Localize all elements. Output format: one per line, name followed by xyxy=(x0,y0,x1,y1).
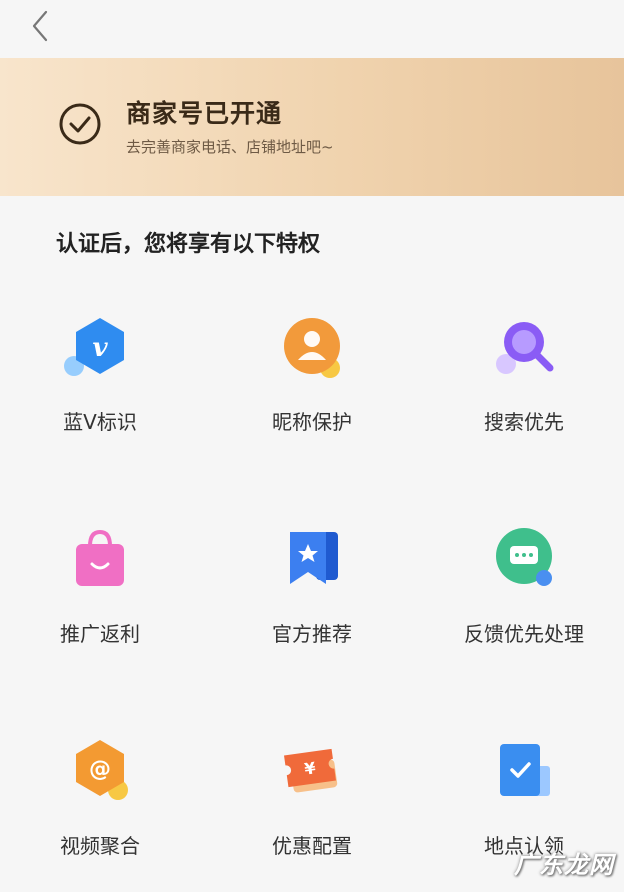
shopping-bag-icon xyxy=(76,529,124,586)
feature-nickname-protect[interactable]: 昵称保护 xyxy=(222,308,402,435)
feature-feedback-priority[interactable]: 反馈优先处理 xyxy=(434,520,614,647)
back-button[interactable] xyxy=(22,6,62,46)
banner-title: 商家号已开通 xyxy=(126,99,283,128)
chat-bubble-icon xyxy=(496,528,552,586)
section-title: 认证后，您将享有以下特权 xyxy=(56,232,321,257)
at-sign-hexagon-icon: @ xyxy=(76,740,128,800)
feature-promotion-rebate[interactable]: 推广返利 xyxy=(10,520,190,647)
feature-discount-config[interactable]: ¥ 优惠配置 xyxy=(222,732,402,859)
user-avatar-icon xyxy=(284,318,340,378)
feature-official-recommend[interactable]: 官方推荐 xyxy=(222,520,402,647)
feature-label: 蓝V标识 xyxy=(63,410,137,434)
feature-blue-v[interactable]: v 蓝V标识 xyxy=(10,308,190,435)
feature-location-claim[interactable]: 地点认领 xyxy=(434,732,614,859)
feature-label: 推广返利 xyxy=(60,622,140,646)
feature-search-priority[interactable]: 搜索优先 xyxy=(434,308,614,435)
feature-label: 反馈优先处理 xyxy=(464,622,584,646)
feature-label: 搜索优先 xyxy=(484,410,564,434)
check-circle-icon xyxy=(59,103,101,145)
search-magnifier-icon xyxy=(496,322,554,374)
coupon-ticket-icon: ¥ xyxy=(284,748,338,793)
watermark: 广东龙网 xyxy=(514,851,614,879)
feature-label: 优惠配置 xyxy=(272,834,352,858)
top-bar xyxy=(0,0,624,58)
merchant-banner[interactable]: 商家号已开通 去完善商家电话、店铺地址吧~ xyxy=(0,58,624,196)
location-check-icon xyxy=(500,744,550,796)
feature-label: 昵称保护 xyxy=(272,410,352,434)
feature-label: 视频聚合 xyxy=(60,834,140,858)
chevron-left-icon xyxy=(32,10,48,42)
banner-subtitle: 去完善商家电话、店铺地址吧~ xyxy=(126,138,334,156)
svg-text:v: v xyxy=(92,333,108,363)
svg-text:@: @ xyxy=(89,757,111,782)
star-bookmark-icon xyxy=(290,532,338,584)
feature-label: 官方推荐 xyxy=(272,622,352,646)
blue-v-hexagon-icon: v xyxy=(64,318,124,376)
feature-video-aggregation[interactable]: @ 视频聚合 xyxy=(10,732,190,859)
